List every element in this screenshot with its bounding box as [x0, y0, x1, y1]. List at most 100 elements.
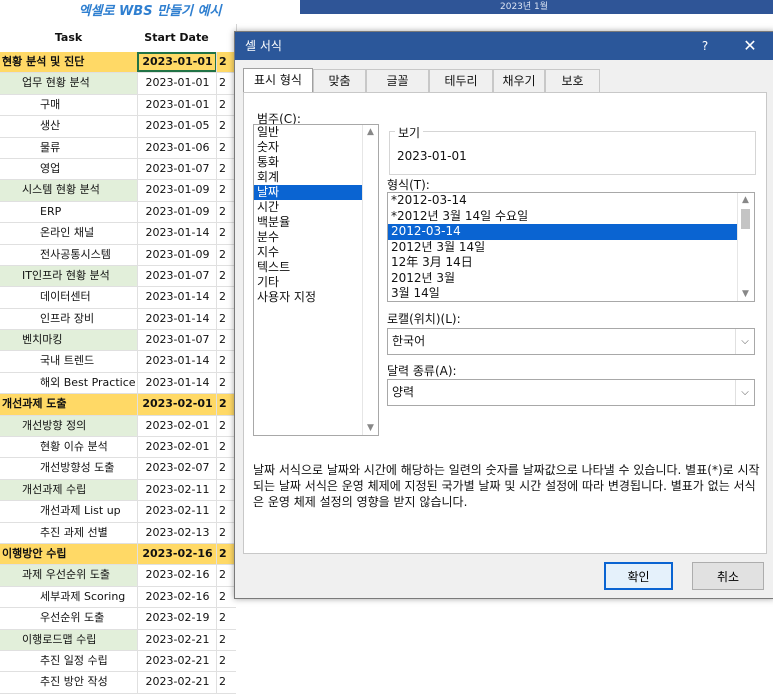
category-item[interactable]: 일반 [254, 125, 378, 140]
table-row[interactable]: 개선과제 List up 2023-02-11 2 [0, 501, 236, 523]
format-item[interactable]: 2012-03-14 [388, 224, 754, 240]
extra-cell[interactable]: 2 [216, 629, 239, 650]
task-cell[interactable]: IT인프라 현황 분석 [0, 265, 137, 287]
category-item[interactable]: 회계 [254, 170, 378, 185]
start-date-cell[interactable]: 2023-01-14 [137, 308, 217, 330]
table-row[interactable]: 영업 2023-01-07 2 [0, 158, 236, 181]
task-cell[interactable]: 개선과제 List up [0, 501, 137, 521]
start-date-cell[interactable]: 2023-02-21 [137, 672, 217, 693]
close-button[interactable]: ✕ [735, 32, 765, 60]
start-date-cell[interactable]: 2023-01-07 [137, 265, 217, 287]
chevron-down-icon[interactable]: ⌵ [735, 380, 754, 405]
table-row[interactable]: 해외 Best Practice 2023-01-14 2 [0, 372, 236, 395]
chevron-down-icon[interactable]: ⌵ [735, 329, 754, 354]
table-row[interactable]: 우선순위 도출 2023-02-19 2 [0, 608, 236, 630]
start-date-cell[interactable]: 2023-01-07 [137, 330, 217, 351]
table-row[interactable]: 물류 2023-01-06 2 [0, 137, 236, 159]
format-item[interactable]: *2012-03-14 [388, 193, 754, 209]
cancel-button[interactable]: 취소 [692, 562, 764, 590]
format-item[interactable]: 2012년 3월 [388, 271, 754, 287]
task-cell[interactable]: 인프라 장비 [0, 309, 137, 329]
category-item[interactable]: 지수 [254, 245, 378, 260]
table-row[interactable]: 온라인 채널 2023-01-14 2 [0, 223, 236, 245]
task-cell[interactable]: 추진 과제 선별 [0, 523, 137, 543]
task-cell[interactable]: 영업 [0, 159, 137, 179]
task-cell[interactable]: 해외 Best Practice [0, 373, 137, 393]
table-row[interactable]: 시스템 현황 분석 2023-01-09 2 [0, 180, 236, 202]
format-item[interactable]: 3월 14일 [388, 286, 754, 301]
format-scrollbar[interactable]: ▲ ▼ [737, 193, 754, 301]
task-cell[interactable]: 과제 우선순위 도출 [0, 565, 137, 586]
task-cell[interactable]: 개선방향 정의 [0, 415, 137, 437]
tab-1[interactable]: 맞춤 [313, 69, 366, 93]
table-row[interactable]: 개선방향성 도출 2023-02-07 2 [0, 458, 236, 480]
category-item[interactable]: 백분율 [254, 215, 378, 230]
scroll-down-icon[interactable]: ▼ [738, 287, 753, 301]
tab-4[interactable]: 채우기 [493, 69, 545, 93]
format-item[interactable]: 2012년 3월 14일 [388, 240, 754, 256]
start-date-cell[interactable]: 2023-01-14 [137, 351, 217, 372]
task-cell[interactable]: 추진 일정 수립 [0, 651, 137, 671]
category-list[interactable]: 일반 숫자 통화 회계 날짜 시간 백분율 분수 지수 텍스트 기타 사용자 지정 ▲ ▼ [253, 124, 379, 436]
table-row[interactable]: 개선과제 도출 2023-02-01 2 [0, 394, 236, 416]
scroll-up-icon[interactable]: ▲ [363, 125, 378, 139]
start-date-cell[interactable]: 2023-01-05 [137, 116, 217, 137]
category-item[interactable]: 시간 [254, 200, 378, 215]
start-date-cell[interactable]: 2023-02-13 [137, 522, 217, 543]
category-item[interactable]: 텍스트 [254, 260, 378, 275]
task-cell[interactable]: ERP [0, 202, 137, 222]
table-row[interactable]: 추진 과제 선별 2023-02-13 2 [0, 522, 236, 544]
ok-button[interactable]: 확인 [604, 562, 673, 590]
table-row[interactable]: 이행로드맵 수립 2023-02-21 2 [0, 629, 239, 651]
table-row[interactable]: 인프라 장비 2023-01-14 2 [0, 308, 236, 331]
task-cell[interactable]: 우선순위 도출 [0, 608, 137, 628]
category-item[interactable]: 숫자 [254, 140, 378, 155]
start-date-cell[interactable]: 2023-01-01 [137, 52, 217, 73]
task-cell[interactable]: 국내 트렌드 [0, 351, 137, 371]
table-row[interactable]: 과제 우선순위 도출 2023-02-16 2 [0, 565, 236, 587]
task-cell[interactable]: 온라인 채널 [0, 223, 137, 243]
table-row[interactable]: 벤치마킹 2023-01-07 2 [0, 330, 236, 352]
start-date-cell[interactable]: 2023-01-09 [137, 244, 217, 265]
table-row[interactable]: ERP 2023-01-09 2 [0, 201, 236, 224]
table-row[interactable]: 개선과제 수립 2023-02-11 2 [0, 479, 236, 502]
calendar-dropdown[interactable]: 양력 ⌵ [387, 379, 755, 406]
category-item[interactable]: 기타 [254, 275, 378, 290]
start-date-cell[interactable]: 2023-01-09 [137, 201, 217, 223]
format-item[interactable]: 12年 3月 14日 [388, 255, 754, 271]
scroll-thumb[interactable] [741, 209, 750, 229]
table-row[interactable]: 데이터센터 2023-01-14 2 [0, 287, 236, 309]
table-row[interactable]: 업무 현황 분석 2023-01-01 2 [0, 73, 236, 95]
table-row[interactable]: 구매 2023-01-01 2 [0, 94, 236, 117]
start-date-cell[interactable]: 2023-02-19 [137, 608, 217, 629]
start-date-cell[interactable]: 2023-02-16 [137, 543, 217, 565]
table-row[interactable]: 추진 일정 수립 2023-02-21 2 [0, 650, 236, 673]
start-date-cell[interactable]: 2023-01-14 [137, 223, 217, 244]
task-cell[interactable]: 추진 방안 작성 [0, 672, 137, 692]
task-cell[interactable]: 구매 [0, 95, 137, 115]
start-date-cell[interactable]: 2023-02-01 [137, 437, 217, 458]
task-cell[interactable]: 벤치마킹 [0, 330, 137, 351]
start-date-cell[interactable]: 2023-02-01 [137, 415, 217, 437]
tab-2[interactable]: 글꼴 [366, 69, 429, 93]
task-cell[interactable]: 물류 [0, 138, 137, 158]
task-cell[interactable]: 현황 분석 및 진단 [0, 52, 139, 72]
table-row[interactable]: 생산 2023-01-05 2 [0, 116, 236, 138]
start-date-cell[interactable]: 2023-01-09 [137, 180, 217, 201]
start-date-cell[interactable]: 2023-01-14 [137, 372, 217, 394]
category-item[interactable]: 분수 [254, 230, 378, 245]
scroll-up-icon[interactable]: ▲ [738, 193, 753, 207]
task-cell[interactable]: 시스템 현황 분석 [0, 180, 137, 201]
start-date-cell[interactable]: 2023-02-01 [137, 394, 217, 415]
task-cell[interactable]: 전사공통시스템 [0, 245, 137, 265]
dialog-titlebar[interactable]: 셀 서식 ? ✕ [235, 32, 773, 60]
help-button[interactable]: ? [695, 32, 715, 60]
task-cell[interactable]: 업무 현황 분석 [0, 73, 137, 94]
scroll-down-icon[interactable]: ▼ [363, 421, 378, 435]
extra-cell[interactable]: 2 [216, 672, 239, 693]
table-row[interactable]: 현황 분석 및 진단 2023-01-01 2 [0, 52, 236, 74]
start-date-cell[interactable]: 2023-01-06 [137, 137, 217, 158]
table-row[interactable]: 세부과제 Scoring 2023-02-16 2 [0, 586, 236, 609]
start-date-cell[interactable]: 2023-02-21 [137, 629, 217, 650]
task-cell[interactable]: 생산 [0, 116, 137, 136]
